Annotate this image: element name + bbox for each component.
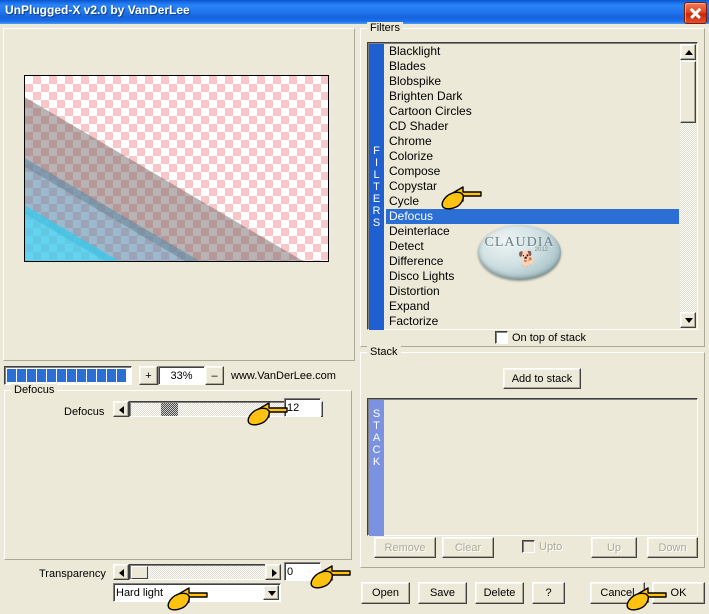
progress-fill: [7, 369, 126, 382]
zoom-level-value[interactable]: 33%: [158, 366, 205, 385]
open-button[interactable]: Open: [361, 582, 410, 604]
progress-bar: [4, 366, 132, 385]
defocus-slider-track[interactable]: [129, 401, 307, 417]
blend-mode-value: Hard light: [116, 586, 164, 599]
scrollbar-thumb[interactable]: [680, 61, 696, 123]
transparency-arrow-right-icon[interactable]: [265, 564, 281, 580]
scroll-down-icon[interactable]: [680, 312, 696, 328]
blend-mode-select[interactable]: Hard light: [113, 583, 281, 602]
filter-item[interactable]: Cycle: [386, 194, 679, 209]
defocus-value-input[interactable]: 12: [284, 398, 321, 417]
defocus-slider-label: Defocus: [64, 406, 105, 418]
transparency-slider-track[interactable]: [129, 564, 281, 580]
save-button[interactable]: Save: [418, 582, 467, 604]
filter-item[interactable]: Defocus: [386, 209, 679, 224]
filter-item[interactable]: Compose: [386, 164, 679, 179]
stack-group-title: Stack: [367, 346, 401, 358]
on-top-of-stack-label: On top of stack: [512, 332, 586, 344]
dog-icon: 🐕: [518, 251, 537, 268]
zoom-out-button[interactable]: –: [205, 366, 224, 385]
title-bar: UnPlugged-X v2.0 by VanDerLee: [0, 0, 709, 24]
delete-button[interactable]: Delete: [475, 582, 524, 604]
filters-group-title: Filters: [367, 22, 403, 34]
filter-item[interactable]: Expand: [386, 299, 679, 314]
transparency-label: Transparency: [39, 568, 106, 580]
filters-listbox[interactable]: FILTERS Blacklight Blades Blobspike Brighte…: [367, 42, 698, 330]
move-down-button[interactable]: Down: [647, 537, 698, 558]
filter-item[interactable]: Chrome: [386, 134, 679, 149]
chevron-down-icon[interactable]: [263, 585, 279, 600]
filter-item[interactable]: Factorize: [386, 314, 679, 328]
claudia-watermark: CLAUDIA 🐕 2012: [478, 225, 561, 280]
filter-item[interactable]: Blacklight: [386, 44, 679, 59]
transparency-slider-thumb[interactable]: [131, 566, 148, 579]
filter-item[interactable]: CD Shader: [386, 119, 679, 134]
ok-button[interactable]: OK: [652, 582, 705, 604]
filters-items[interactable]: Blacklight Blades Blobspike Brighten Dark Ca…: [386, 44, 679, 328]
scroll-up-icon[interactable]: [680, 44, 696, 60]
defocus-group-title: Defocus: [11, 384, 58, 396]
stack-items[interactable]: [385, 400, 696, 534]
filter-item[interactable]: Blades: [386, 59, 679, 74]
filter-item[interactable]: Cartoon Circles: [386, 104, 679, 119]
clear-button[interactable]: Clear: [442, 537, 494, 558]
upto-checkbox[interactable]: [522, 540, 535, 553]
filter-item[interactable]: Colorize: [386, 149, 679, 164]
watermark-year: 2012: [534, 247, 548, 253]
help-button[interactable]: ?: [532, 582, 565, 604]
transparency-arrow-left-icon[interactable]: [113, 564, 129, 580]
filter-item[interactable]: Distortion: [386, 284, 679, 299]
cancel-button[interactable]: Cancel: [590, 582, 645, 604]
defocus-slider-thumb[interactable]: [161, 403, 178, 416]
filter-item[interactable]: Copystar: [386, 179, 679, 194]
filter-item[interactable]: Brighten Dark: [386, 89, 679, 104]
close-icon[interactable]: [684, 2, 707, 24]
filters-sidebar-label: FILTERS: [369, 44, 384, 330]
window-title: UnPlugged-X v2.0 by VanDerLee: [5, 3, 190, 17]
on-top-of-stack-checkbox[interactable]: [495, 331, 508, 344]
preview-image[interactable]: [24, 75, 329, 262]
arrow-left-icon[interactable]: [113, 401, 129, 417]
website-link[interactable]: www.VanDerLee.com: [231, 370, 336, 382]
move-up-button[interactable]: Up: [591, 537, 637, 558]
remove-button[interactable]: Remove: [374, 537, 436, 558]
transparency-value-input[interactable]: 0: [284, 562, 321, 581]
upto-label: Upto: [539, 541, 563, 553]
filters-scrollbar[interactable]: [680, 44, 696, 328]
zoom-in-button[interactable]: +: [139, 366, 158, 385]
filter-item[interactable]: Blobspike: [386, 74, 679, 89]
stack-sidebar-label: STACK: [369, 400, 384, 536]
stack-listbox[interactable]: STACK: [367, 398, 698, 536]
add-to-stack-button[interactable]: Add to stack: [503, 368, 581, 389]
